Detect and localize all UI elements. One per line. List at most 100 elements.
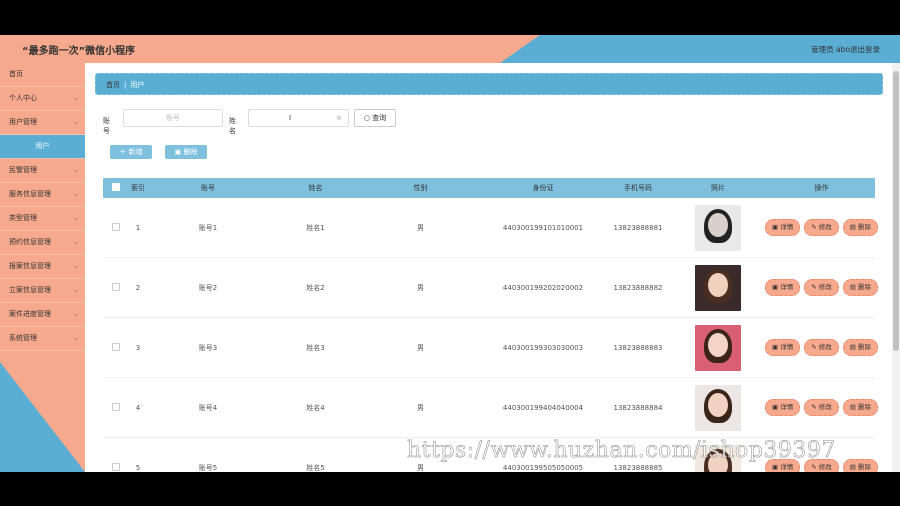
sidebar-item[interactable]: 服务信息管理 ⌄ xyxy=(0,183,85,207)
account-input[interactable]: 账号 xyxy=(123,109,223,127)
edit-button-label: 修改 xyxy=(818,343,832,351)
edit-button-label: 修改 xyxy=(818,283,832,291)
delete-button[interactable]: ▤ 删除 xyxy=(842,339,878,356)
add-button[interactable]: ＋ 新增 xyxy=(110,145,152,159)
sidebar-item[interactable]: 首页 xyxy=(0,63,85,87)
cell-index: 4 xyxy=(135,403,141,412)
trash-icon: ▤ xyxy=(849,283,858,291)
row-checkbox[interactable] xyxy=(111,462,120,471)
detail-button[interactable]: ▣ 详情 xyxy=(765,219,801,236)
sidebar-item[interactable]: 民警管理 ⌄ xyxy=(0,159,85,183)
cell-phone: 13823888882 xyxy=(613,283,663,292)
table-row[interactable]: 2 账号2 姓名2 男 440300199202020002 13823888882 ▣ 详… xyxy=(103,258,878,318)
chevron-down-icon: ⌄ xyxy=(73,334,79,342)
search-button-label: 查询 xyxy=(372,114,387,122)
sidebar-item[interactable]: 用户管理 ⌄ xyxy=(0,111,85,135)
sidebar-item[interactable]: 案件进度管理 ⌄ xyxy=(0,303,85,327)
delete-button[interactable]: ▤ 删除 xyxy=(842,219,878,236)
col-name: 姓名 xyxy=(308,184,323,192)
scrollbar-thumb[interactable] xyxy=(893,71,899,351)
cell-id-card: 440300199202020002 xyxy=(502,283,584,292)
cell-photo xyxy=(668,204,768,251)
edit-button[interactable]: ✎ 修改 xyxy=(804,339,839,356)
sidebar-item[interactable]: 报案信息管理 ⌄ xyxy=(0,255,85,279)
watermark-text: https://www.huzhan.com/ishop39397 xyxy=(407,438,836,464)
detail-button[interactable]: ▣ 详情 xyxy=(765,339,801,356)
row-checkbox[interactable] xyxy=(111,282,120,291)
user-photo xyxy=(695,264,741,311)
cell-actions: ▣ 详情 ✎ 修改 ▤ 删除 xyxy=(765,279,878,296)
chevron-down-icon: ⌄ xyxy=(73,214,79,222)
sidebar-item-label: 系统管理 xyxy=(9,334,37,342)
user-photo xyxy=(695,384,741,431)
delete-button[interactable]: ▤ 删除 xyxy=(842,279,878,296)
cell-name: 姓名3 xyxy=(306,343,325,352)
sidebar-item[interactable]: 个人中心 ⌄ xyxy=(0,87,85,111)
plus-icon: ＋ xyxy=(119,148,129,156)
photo-face xyxy=(708,212,728,237)
chevron-down-icon: ⌄ xyxy=(73,166,79,174)
sidebar-item[interactable]: 系统管理 ⌄ xyxy=(0,327,85,351)
detail-button-label: 详情 xyxy=(780,283,794,291)
edit-button-label: 修改 xyxy=(818,403,832,411)
col-id-card: 身份证 xyxy=(532,184,554,192)
edit-icon: ✎ xyxy=(811,403,819,411)
photo-face xyxy=(708,332,728,357)
sidebar-item-label: 首页 xyxy=(9,70,23,78)
sidebar-item[interactable]: 类型管理 ⌄ xyxy=(0,207,85,231)
breadcrumb-home[interactable]: 首页 xyxy=(106,81,120,89)
app-frame: “最多跑一次”微信小程序 管理员 abo 退出登录 首页 个人中心 ⌄ 用户管理 ⌄ 用户… xyxy=(0,35,900,472)
delete-button[interactable]: ▤ 删除 xyxy=(842,459,878,472)
sidebar-item[interactable]: 用户 xyxy=(0,135,85,159)
clear-icon[interactable]: ⊗ xyxy=(336,110,342,126)
sidebar-item-label: 个人中心 xyxy=(9,94,37,102)
name-input[interactable]: I ⊗ xyxy=(248,109,349,127)
row-checkbox[interactable] xyxy=(111,402,120,411)
row-checkbox-cell xyxy=(103,462,128,473)
cell-gender: 男 xyxy=(417,223,424,232)
cell-index: 1 xyxy=(135,223,141,232)
cell-actions: ▣ 详情 ✎ 修改 ▤ 删除 xyxy=(765,339,878,356)
chevron-down-icon: ⌄ xyxy=(73,118,79,126)
search-button[interactable]: ○ 查询 xyxy=(354,109,396,127)
detail-button[interactable]: ▣ 详情 xyxy=(765,279,801,296)
delete-button-label: 删除 xyxy=(857,343,871,351)
cell-id-card: 440300199505050005 xyxy=(502,463,584,472)
cell-actions: ▣ 详情 ✎ 修改 ▤ 删除 xyxy=(765,219,878,236)
table-row[interactable]: 3 账号3 姓名3 男 440300199303030003 13823888883 ▣ 详… xyxy=(103,318,878,378)
table-row[interactable]: 4 账号4 姓名4 男 440300199404040004 13823888884 ▣ 详… xyxy=(103,378,878,438)
chevron-down-icon: ⌄ xyxy=(73,238,79,246)
search-icon: ○ xyxy=(363,114,373,122)
detail-button[interactable]: ▣ 详情 xyxy=(765,399,801,416)
sidebar-item[interactable]: 立案信息管理 ⌄ xyxy=(0,279,85,303)
edit-button[interactable]: ✎ 修改 xyxy=(804,279,839,296)
delete-button-label: 删除 xyxy=(857,223,871,231)
edit-button[interactable]: ✎ 修改 xyxy=(804,399,839,416)
delete-button[interactable]: ▤ 删除 xyxy=(842,399,878,416)
detail-button-label: 详情 xyxy=(780,403,794,411)
edit-button[interactable]: ✎ 修改 xyxy=(804,219,839,236)
sidebar-item-label: 报案信息管理 xyxy=(9,262,51,270)
cell-index: 2 xyxy=(135,283,141,292)
sidebar-item[interactable]: 预约信息管理 ⌄ xyxy=(0,231,85,255)
page-scrollbar[interactable] xyxy=(892,63,900,472)
table-body: 1 账号1 姓名1 男 440300199101010001 13823888881 ▣ 详… xyxy=(103,198,878,473)
chevron-down-icon: ⌄ xyxy=(73,94,79,102)
col-account: 账号 xyxy=(201,184,215,192)
table-row[interactable]: 1 账号1 姓名1 男 440300199101010001 13823888881 ▣ 详… xyxy=(103,198,878,258)
row-checkbox[interactable] xyxy=(111,342,120,351)
edit-button-label: 修改 xyxy=(818,463,832,471)
cell-photo xyxy=(668,324,768,371)
logout-link[interactable]: 退出登录 xyxy=(850,44,880,55)
select-all-cell xyxy=(103,183,128,193)
select-all-checkbox[interactable] xyxy=(111,183,120,191)
name-label: 姓名 xyxy=(229,117,236,135)
breadcrumb-separator: | xyxy=(124,81,127,89)
sidebar-item-label: 预约信息管理 xyxy=(9,238,51,246)
edit-icon: ✎ xyxy=(811,283,819,291)
cell-phone: 13823888883 xyxy=(613,343,663,352)
photo-face xyxy=(708,272,728,297)
batch-delete-button[interactable]: ▣ 删除 xyxy=(165,145,207,159)
row-checkbox[interactable] xyxy=(111,222,120,231)
cell-account: 账号4 xyxy=(198,403,218,412)
